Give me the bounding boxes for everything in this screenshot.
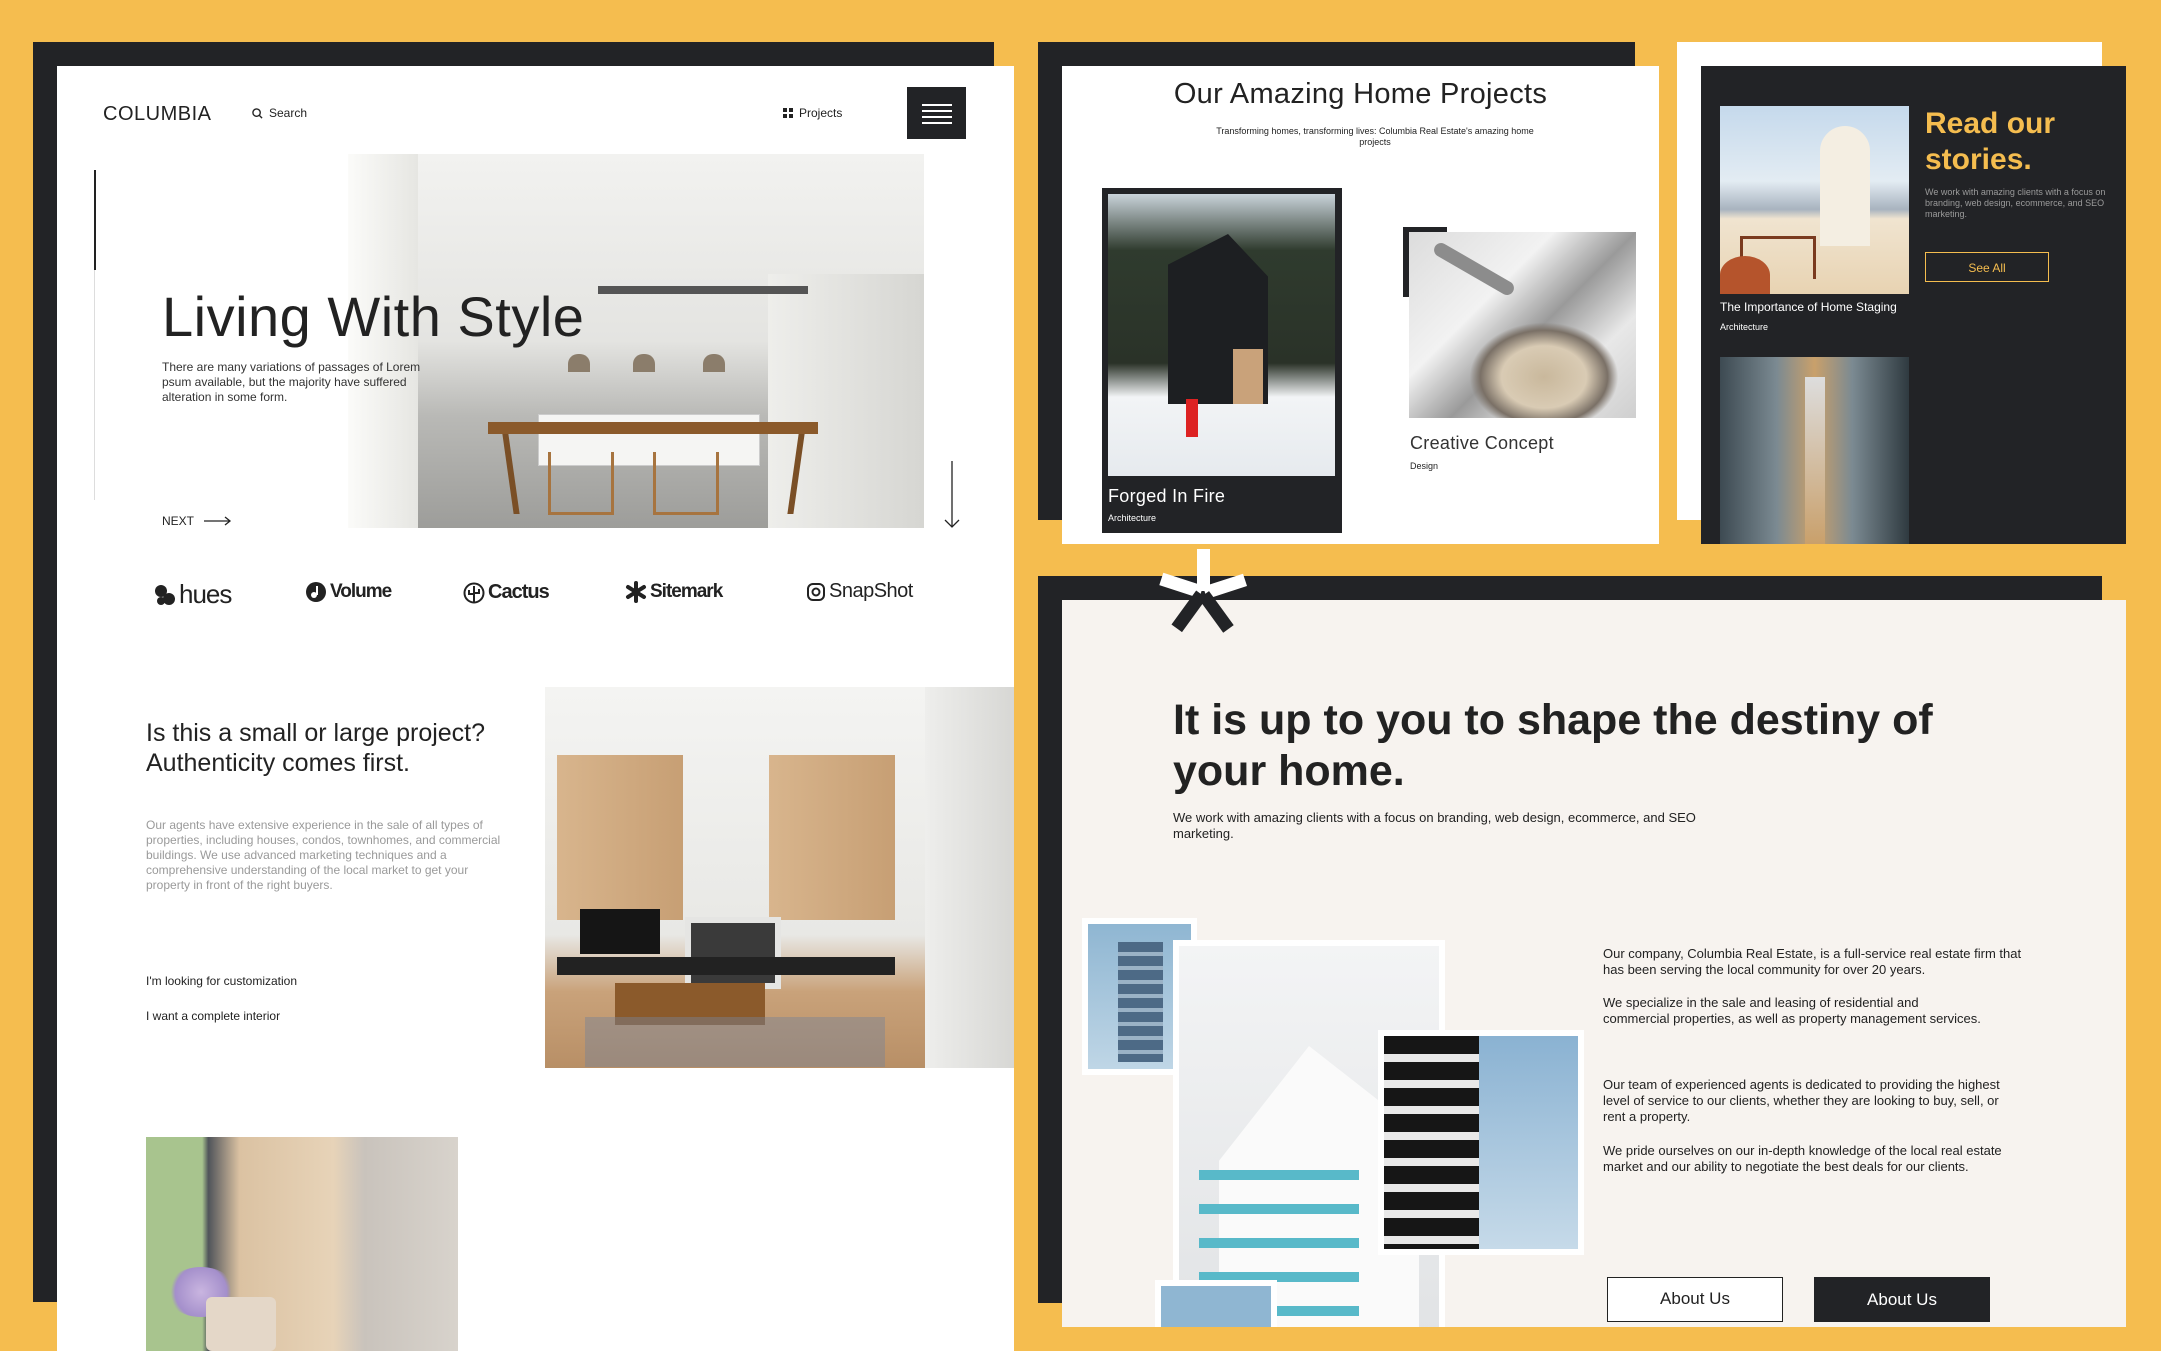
projects-panel: Our Amazing Home Projects Transforming h… <box>1062 66 1659 544</box>
search-label: Search <box>269 106 308 120</box>
menu-button[interactable] <box>907 87 966 139</box>
office-corridor-image <box>1720 357 1909 544</box>
grid-icon <box>783 108 793 118</box>
card-tag: Architecture <box>1108 513 1157 523</box>
volume-logo-icon <box>306 582 326 602</box>
black-balcony-tower-image <box>1378 1030 1584 1255</box>
sky-thumb-image <box>1155 1280 1277 1327</box>
stories-text: We work with amazing clients with a focu… <box>1925 187 2106 219</box>
brand-name: Cactus <box>488 581 550 603</box>
brand-name: hues <box>179 579 232 609</box>
abstract-sculpture-image[interactable] <box>1409 232 1636 418</box>
projects-title: Our Amazing Home Projects <box>1173 78 1548 110</box>
project-body: Our agents have extensive experience in … <box>146 818 501 892</box>
scroll-down-icon[interactable] <box>942 461 962 531</box>
project-card-forged[interactable]: Forged In Fire Architecture <box>1102 188 1342 533</box>
about-paragraph-2: We specialize in the sale and leasing of… <box>1603 995 1981 1026</box>
about-paragraph-1: Our company, Columbia Real Estate, is a … <box>1603 946 2022 977</box>
projects-subtitle: Transforming homes, transforming lives: … <box>1216 126 1534 147</box>
hero-divider <box>94 270 95 500</box>
story-title[interactable]: The Importance of Home Staging <box>1720 300 1920 314</box>
asterisk-icon <box>1159 549 1248 633</box>
sitemark-logo-icon <box>626 581 646 603</box>
brand-volume: Volume <box>305 581 392 603</box>
hues-logo-icon <box>155 584 175 605</box>
card-title: Forged In Fire <box>1108 486 1226 506</box>
search-button[interactable]: Search <box>252 106 307 120</box>
search-icon <box>252 107 263 119</box>
logo[interactable]: COLUMBIA <box>103 103 211 126</box>
window-chair-image <box>146 1137 458 1351</box>
complete-interior-link[interactable]: I want a complete interior <box>146 1009 280 1023</box>
santorini-image <box>1720 106 1909 294</box>
about-heading: It is up to you to shape the destiny of … <box>1173 696 1933 795</box>
snapshot-logo-icon <box>807 582 825 601</box>
about-paragraph-3: Our team of experienced agents is dedica… <box>1603 1077 2000 1124</box>
card-tag: Design <box>1410 461 1439 471</box>
menu-icon <box>921 104 952 106</box>
project-heading: Is this a small or large project? Authen… <box>146 719 486 777</box>
projects-nav[interactable]: Projects <box>783 106 842 120</box>
customization-link[interactable]: I'm looking for customization <box>146 974 297 988</box>
about-us-dark-button[interactable]: About Us <box>1814 1277 1990 1322</box>
about-us-outline-button[interactable]: About Us <box>1607 1277 1783 1322</box>
brand-snapshot: SnapShot <box>806 580 913 603</box>
black-cabin-image <box>1108 194 1335 476</box>
hero-accent-bar <box>94 170 96 270</box>
arrow-right-icon <box>204 516 232 526</box>
story-tag: Architecture <box>1720 322 1769 332</box>
cactus-logo-icon <box>463 582 485 603</box>
brand-cactus: Cactus <box>463 581 550 604</box>
next-label: NEXT <box>162 514 195 528</box>
see-all-button[interactable]: See All <box>1925 252 2049 282</box>
about-panel: It is up to you to shape the destiny of … <box>1062 600 2126 1327</box>
brand-sitemark: Sitemark <box>625 581 723 603</box>
hero-text: There are many variations of passages of… <box>162 360 421 404</box>
brand-name: SnapShot <box>829 580 913 602</box>
about-sub: We work with amazing clients with a focu… <box>1173 810 1696 841</box>
next-button[interactable]: NEXT <box>162 514 232 528</box>
hero-title: Living With Style <box>162 285 585 348</box>
card-title: Creative Concept <box>1410 433 1554 453</box>
stories-heading: Read our stories. <box>1925 107 2056 176</box>
living-room-image <box>545 687 1014 1068</box>
brand-name: Sitemark <box>650 581 723 602</box>
about-paragraph-4: We pride ourselves on our in-depth knowl… <box>1603 1143 2002 1174</box>
brand-hues: hues <box>154 579 232 610</box>
projects-label: Projects <box>799 106 843 120</box>
home-page-panel: COLUMBIA Search Projects Living With Sty… <box>57 66 1014 1351</box>
stories-panel: Read our stories. We work with amazing c… <box>1701 66 2126 544</box>
brand-name: Volume <box>330 581 392 602</box>
